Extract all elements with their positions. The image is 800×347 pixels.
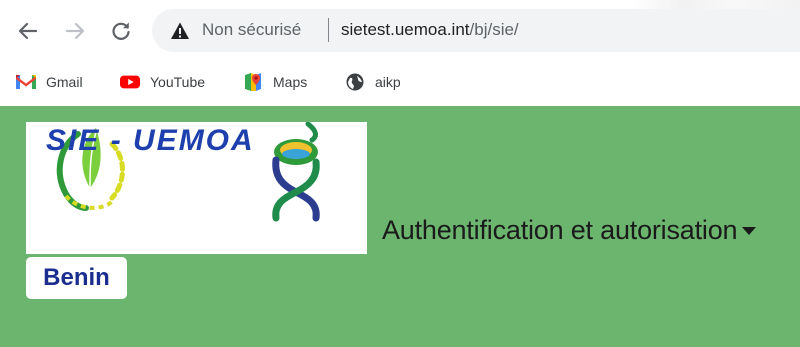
youtube-icon (120, 72, 140, 92)
bookmark-youtube[interactable]: YouTube (120, 70, 205, 94)
back-button[interactable] (13, 16, 43, 46)
auth-dropdown-label: Authentification et autorisation (382, 215, 738, 245)
country-badge: Benin (26, 257, 127, 299)
bookmark-label: Maps (273, 74, 308, 90)
reload-icon (112, 22, 130, 40)
forward-button[interactable] (60, 16, 90, 46)
security-status[interactable]: Non sécurisé (202, 19, 301, 41)
warning-icon[interactable] (170, 21, 190, 41)
browser-toolbar: Non sécurisé sietest.uemoa.int/bj/sie/ (0, 0, 800, 62)
browser-chrome: Non sécurisé sietest.uemoa.int/bj/sie/ G… (0, 0, 800, 106)
bookmark-label: aikp (375, 74, 401, 90)
reload-button[interactable] (106, 16, 136, 46)
address-divider (328, 18, 329, 42)
caret-down-icon (742, 227, 757, 235)
globe-icon (345, 72, 365, 92)
logo-wordmark: SIE - UEMOA (46, 124, 255, 156)
url-path: /bj/sie/ (469, 20, 519, 39)
site-logo[interactable]: SIE - UEMOA (26, 122, 367, 254)
arrow-right-icon (65, 22, 85, 40)
country-label: Benin (43, 264, 110, 291)
gmail-icon (16, 72, 36, 92)
logo-text: SIE - UEMOA (46, 124, 255, 156)
maps-icon (243, 72, 263, 92)
auth-dropdown[interactable]: Authentification et autorisation (382, 214, 757, 246)
url-text[interactable]: sietest.uemoa.int/bj/sie/ (341, 19, 519, 41)
url-host: sietest.uemoa.int (341, 20, 470, 39)
bookmark-label: YouTube (150, 74, 206, 90)
bookmark-aikp[interactable]: aikp (345, 70, 401, 94)
bookmarks-bar: Gmail YouTube Maps aikp (0, 62, 800, 102)
bookmark-maps[interactable]: Maps (243, 70, 307, 94)
bookmark-gmail[interactable]: Gmail (16, 70, 83, 94)
arrow-left-icon (18, 22, 38, 40)
bookmark-label: Gmail (46, 74, 83, 90)
site-header: SIE - UEMOA Authentification et autorisa… (0, 106, 800, 347)
